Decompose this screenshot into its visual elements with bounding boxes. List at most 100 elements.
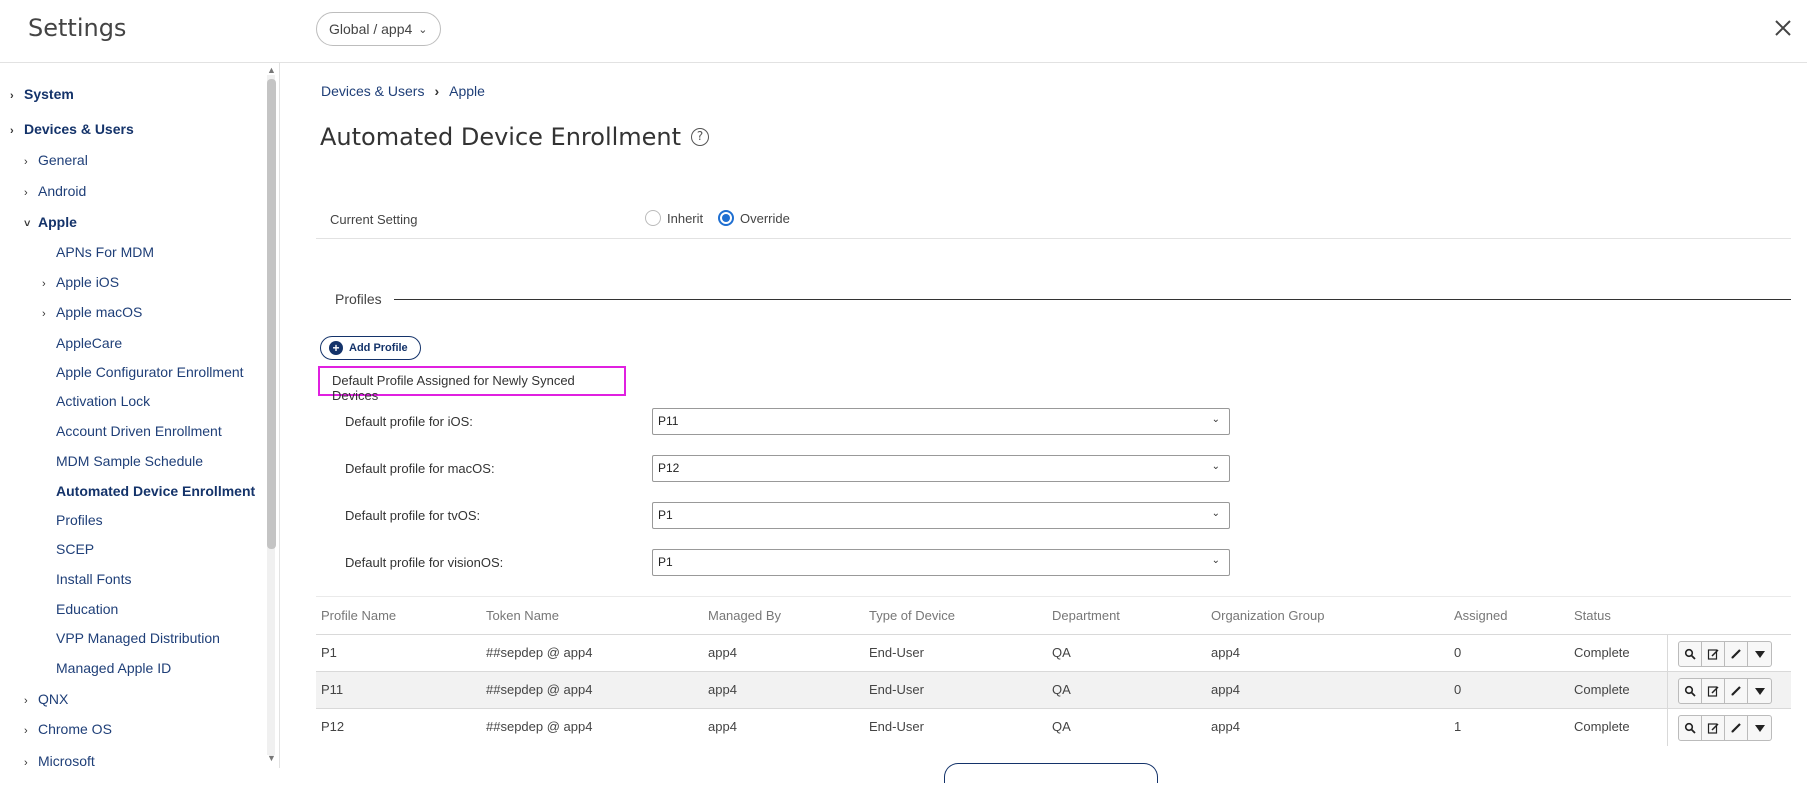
search-icon[interactable] — [1679, 642, 1702, 666]
default-profile-macos-select[interactable]: P12 ⌄ — [652, 455, 1230, 482]
table-cell: End-User — [869, 682, 924, 697]
row-actions — [1678, 678, 1772, 704]
sidebar-item[interactable]: › General — [24, 152, 88, 168]
row-actions — [1678, 641, 1772, 667]
profiles-section-header: Profiles — [335, 291, 1791, 307]
column-header[interactable]: Profile Name — [321, 608, 396, 623]
default-profile-tvos-label: Default profile for tvOS: — [345, 508, 481, 523]
table-cell: ##sepdep @ app4 — [486, 719, 593, 734]
edit-document-icon[interactable] — [1702, 716, 1725, 740]
table-cell: 0 — [1454, 682, 1462, 697]
breadcrumb-apple[interactable]: Apple — [449, 83, 485, 99]
sidebar-item[interactable]: AppleCare — [56, 335, 122, 351]
chevron-right-icon[interactable]: › — [42, 278, 56, 290]
default-profile-tvos-select[interactable]: P1 ⌄ — [652, 502, 1230, 529]
caret-down-icon[interactable] — [1748, 716, 1771, 740]
sidebar-item[interactable]: › QNX — [24, 691, 68, 707]
search-icon[interactable] — [1679, 716, 1702, 740]
column-header[interactable]: Type of Device — [869, 608, 955, 623]
sidebar-item[interactable]: › Apple iOS — [42, 274, 119, 290]
chevron-right-icon[interactable]: › — [24, 725, 38, 737]
breadcrumb-devices-users[interactable]: Devices & Users — [321, 83, 424, 99]
select-value: P1 — [658, 555, 673, 569]
sidebar-item[interactable]: › Devices & Users — [10, 121, 134, 137]
default-profile-ios-select[interactable]: P11 ⌄ — [652, 408, 1230, 435]
sidebar-item[interactable]: Account Driven Enrollment — [56, 423, 222, 439]
chevron-right-icon[interactable]: › — [10, 90, 24, 102]
column-header[interactable]: Organization Group — [1211, 608, 1324, 623]
sidebar-item[interactable]: Profiles — [56, 512, 103, 528]
chevron-down-icon: ⌄ — [418, 23, 428, 36]
sidebar-item[interactable]: SCEP — [56, 541, 94, 557]
table-cell: app4 — [708, 719, 737, 734]
edit-document-icon[interactable] — [1702, 679, 1725, 703]
caret-down-icon[interactable] — [1748, 679, 1771, 703]
caret-down-icon[interactable] — [1748, 642, 1771, 666]
table-row[interactable]: P11 ##sepdep @ app4 app4 End-User QA app4 0 Com… — [316, 671, 1791, 709]
sidebar-item[interactable]: Install Fonts — [56, 571, 131, 587]
table-cell: 0 — [1454, 645, 1462, 660]
sidebar-scrollbar[interactable]: ▲ ▼ — [264, 63, 278, 768]
scope-selector[interactable]: Global / app4 ⌄ — [316, 12, 441, 46]
search-icon[interactable] — [1679, 679, 1702, 703]
sidebar-item-label: Apple iOS — [56, 274, 120, 290]
column-header[interactable]: Assigned — [1454, 608, 1507, 623]
sidebar-item[interactable]: › System — [10, 86, 74, 102]
load-more-button[interactable] — [944, 763, 1158, 783]
sidebar-item[interactable]: Automated Device Enrollment — [56, 483, 255, 499]
scroll-up-icon[interactable]: ▲ — [267, 65, 276, 75]
scroll-down-icon[interactable]: ▼ — [267, 753, 276, 763]
sidebar-item-label: SCEP — [56, 541, 95, 557]
breadcrumb: Devices & Users › Apple — [321, 83, 485, 99]
sidebar-item[interactable]: ˅ Apple — [24, 214, 77, 230]
add-profile-button[interactable]: + Add Profile — [320, 336, 421, 360]
scroll-thumb[interactable] — [267, 79, 276, 549]
radio-override-circle[interactable] — [718, 210, 734, 226]
pencil-icon[interactable] — [1725, 716, 1748, 740]
table-row[interactable]: P12 ##sepdep @ app4 app4 End-User QA app4 1 Com… — [316, 708, 1791, 746]
sidebar-item-label: System — [24, 86, 74, 102]
sidebar: ▲ ▼ › System › Devices & Users › General › Andr… — [0, 63, 280, 768]
pencil-icon[interactable] — [1725, 679, 1748, 703]
sidebar-item[interactable]: VPP Managed Distribution — [56, 630, 220, 646]
chevron-down-icon[interactable]: ˅ — [24, 218, 38, 230]
column-header[interactable]: Managed By — [708, 608, 781, 623]
sidebar-item-label: QNX — [38, 691, 69, 707]
default-profile-ios-label: Default profile for iOS: — [345, 414, 473, 429]
select-value: P12 — [658, 461, 680, 475]
radio-inherit[interactable]: Inherit — [645, 210, 703, 226]
sidebar-item[interactable]: Activation Lock — [56, 393, 150, 409]
edit-document-icon[interactable] — [1702, 642, 1725, 666]
radio-inherit-circle[interactable] — [645, 210, 661, 226]
sidebar-item[interactable]: › Apple macOS — [42, 304, 142, 320]
radio-override[interactable]: Override — [718, 210, 790, 226]
sidebar-item[interactable]: › Microsoft — [24, 753, 95, 768]
chevron-right-icon[interactable]: › — [10, 125, 24, 137]
column-header[interactable]: Department — [1052, 608, 1120, 623]
profiles-table: Profile Name Token Name Managed By Type of … — [316, 596, 1791, 746]
current-setting-label: Current Setting — [330, 212, 418, 227]
help-icon[interactable]: ? — [691, 128, 710, 146]
sidebar-item[interactable]: Education — [56, 601, 118, 617]
table-row[interactable]: P1 ##sepdep @ app4 app4 End-User QA app4 0 Comp… — [316, 634, 1791, 672]
chevron-right-icon[interactable]: › — [42, 308, 56, 320]
sidebar-item[interactable]: APNs For MDM — [56, 244, 154, 260]
sidebar-item[interactable]: Managed Apple ID — [56, 660, 171, 676]
sidebar-item[interactable]: › Chrome OS — [24, 721, 112, 737]
close-icon[interactable] — [1771, 16, 1795, 40]
column-header[interactable]: Status — [1574, 608, 1611, 623]
default-profile-visionos-label: Default profile for visionOS: — [345, 555, 504, 570]
sidebar-item[interactable]: Apple Configurator Enrollment — [56, 364, 244, 380]
chevron-right-icon[interactable]: › — [24, 695, 38, 707]
sidebar-item[interactable]: MDM Sample Schedule — [56, 453, 203, 469]
default-profile-visionos-select[interactable]: P1 ⌄ — [652, 549, 1230, 576]
table-cell: app4 — [708, 645, 737, 660]
table-cell: QA — [1052, 645, 1071, 660]
current-setting-row: Current Setting Inherit Override — [316, 203, 1791, 239]
column-header[interactable]: Token Name — [486, 608, 559, 623]
chevron-right-icon[interactable]: › — [24, 757, 38, 768]
pencil-icon[interactable] — [1725, 642, 1748, 666]
chevron-right-icon[interactable]: › — [24, 187, 38, 199]
sidebar-item[interactable]: › Android — [24, 183, 86, 199]
chevron-right-icon[interactable]: › — [24, 156, 38, 168]
